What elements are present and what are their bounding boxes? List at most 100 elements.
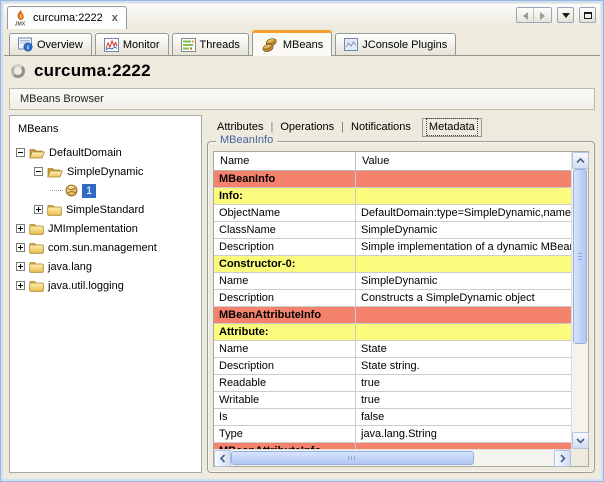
table-row[interactable]: Is false [214,409,571,426]
connection-tab[interactable]: JMX curcuma:2222 x [7,6,127,29]
tab-monitor[interactable]: Monitor [95,33,169,55]
table-row[interactable]: Description Constructs a SimpleDynamic o… [214,290,571,307]
column-header-name[interactable]: Name [214,152,356,170]
tree-item-java-util-logging[interactable]: java.util.logging [10,276,201,295]
tree-item-default-domain[interactable]: DefaultDomain [10,143,201,162]
cell-name: MBeanInfo [214,171,356,187]
tab-operations[interactable]: Operations [273,118,341,137]
column-header-value[interactable]: Value [356,152,571,170]
scroll-up-button[interactable] [572,152,589,169]
monitor-icon [104,38,119,52]
tab-label: Metadata [429,121,475,133]
nav-forward-button[interactable] [534,8,551,23]
tree-item-mbean-1[interactable]: 1 [10,181,201,200]
left-arrow-icon [523,12,528,20]
table-row[interactable]: Writable true [214,392,571,409]
cell-value: Simple implementation of a dynamic MBean… [356,239,571,255]
table-row[interactable]: Info: [214,188,571,205]
folder-closed-icon [29,261,44,273]
scroll-left-button[interactable] [214,450,231,467]
horizontal-scrollbar[interactable] [214,449,571,466]
cell-value: Constructs a SimpleDynamic object [356,290,571,306]
mbeans-icon [261,38,279,52]
tree-item-simple-standard[interactable]: SimpleStandard [10,200,201,219]
svg-text:i: i [27,45,29,52]
table-row[interactable]: ObjectName DefaultDomain:type=SimpleDyna… [214,205,571,222]
metadata-scrollpane: Name Value MBeanInfo Info: ObjectNa [213,151,589,467]
cell-name: MBeanAttributeInfo [214,307,356,323]
folder-open-icon [29,147,45,159]
mbean-detail-panel: Attributes | Operations | Notifications … [207,115,595,473]
nav-back-button[interactable] [517,8,534,23]
tab-label: JConsole Plugins [362,39,447,51]
tab-mbeans[interactable]: MBeans [252,30,332,56]
tree-item-java-lang[interactable]: java.lang [10,257,201,276]
cell-name: Description [214,358,356,374]
table-row[interactable]: Constructor-0: [214,256,571,273]
mbeaninfo-panel: MBeanInfo Name Value MBeanInfo Info: [207,141,595,473]
cell-name: ClassName [214,222,356,238]
table-header: Name Value [214,152,571,171]
tree-header: MBeans [10,116,201,143]
scroll-down-button[interactable] [572,432,589,449]
tab-threads[interactable]: Threads [172,33,249,55]
table-row[interactable]: Type java.lang.String [214,426,571,443]
table-row[interactable]: Description Simple implementation of a d… [214,239,571,256]
tab-jconsole-plugins[interactable]: JConsole Plugins [335,33,456,55]
table-row[interactable]: Readable true [214,375,571,392]
cell-value: false [356,409,571,425]
main-tab-bar: i Overview Monitor [4,29,600,56]
jmx-icon: JMX [13,10,28,26]
tab-notifications[interactable]: Notifications [344,118,418,137]
cell-name: Attribute: [214,324,356,340]
window-menu-button[interactable] [557,7,574,23]
collapse-toggle-icon[interactable] [34,167,43,176]
cell-name: Readable [214,375,356,391]
tree-item-label: SimpleStandard [66,204,144,216]
vertical-scrollbar[interactable] [571,152,588,449]
tab-overview[interactable]: i Overview [9,33,92,55]
vertical-scroll-track[interactable] [572,344,588,432]
tab-metadata[interactable]: Metadata [422,118,482,137]
cell-value [356,188,571,204]
scroll-right-button[interactable] [554,450,571,467]
tab-label: Threads [200,39,240,51]
horizontal-scroll-thumb[interactable] [231,451,474,465]
tree-item-simple-dynamic[interactable]: SimpleDynamic [10,162,201,181]
tree-item-label: SimpleDynamic [67,166,143,178]
expand-toggle-icon[interactable] [16,224,25,233]
horizontal-scroll-track[interactable] [474,450,554,466]
tab-label: Overview [37,39,83,51]
cell-name: Type [214,426,356,442]
tree-item-com-sun-management[interactable]: com.sun.management [10,238,201,257]
vertical-scroll-thumb[interactable] [573,169,587,344]
close-icon[interactable]: x [112,12,118,24]
cell-value: SimpleDynamic [356,222,571,238]
cell-value [356,324,571,340]
table-row[interactable]: MBeanInfo [214,171,571,188]
mbeans-content: MBeans DefaultDomain [9,115,595,473]
svg-text:JMX: JMX [15,21,26,26]
expand-toggle-icon[interactable] [16,243,25,252]
expand-toggle-icon[interactable] [34,205,43,214]
maximize-button[interactable] [579,7,596,23]
table-row[interactable]: Name State [214,341,571,358]
table-row[interactable]: ClassName SimpleDynamic [214,222,571,239]
tree-item-label: java.lang [48,261,92,273]
cell-value: true [356,392,571,408]
table-row[interactable]: MBeanAttributeInfo [214,307,571,324]
tree-item-jm-implementation[interactable]: JMImplementation [10,219,201,238]
expand-toggle-icon[interactable] [16,262,25,271]
collapse-toggle-icon[interactable] [16,148,25,157]
expand-toggle-icon[interactable] [16,281,25,290]
table-row[interactable]: Description State string. [214,358,571,375]
table-row[interactable]: Name SimpleDynamic [214,273,571,290]
scroll-left-icon [220,454,226,463]
scrollbar-corner [571,449,588,466]
table-row[interactable]: Attribute: [214,324,571,341]
connection-header: curcuma:2222 [11,59,151,83]
cell-name: Writable [214,392,356,408]
tree-item-label: DefaultDomain [49,147,122,159]
folder-closed-icon [47,204,62,216]
tab-nav-buttons [516,7,552,23]
